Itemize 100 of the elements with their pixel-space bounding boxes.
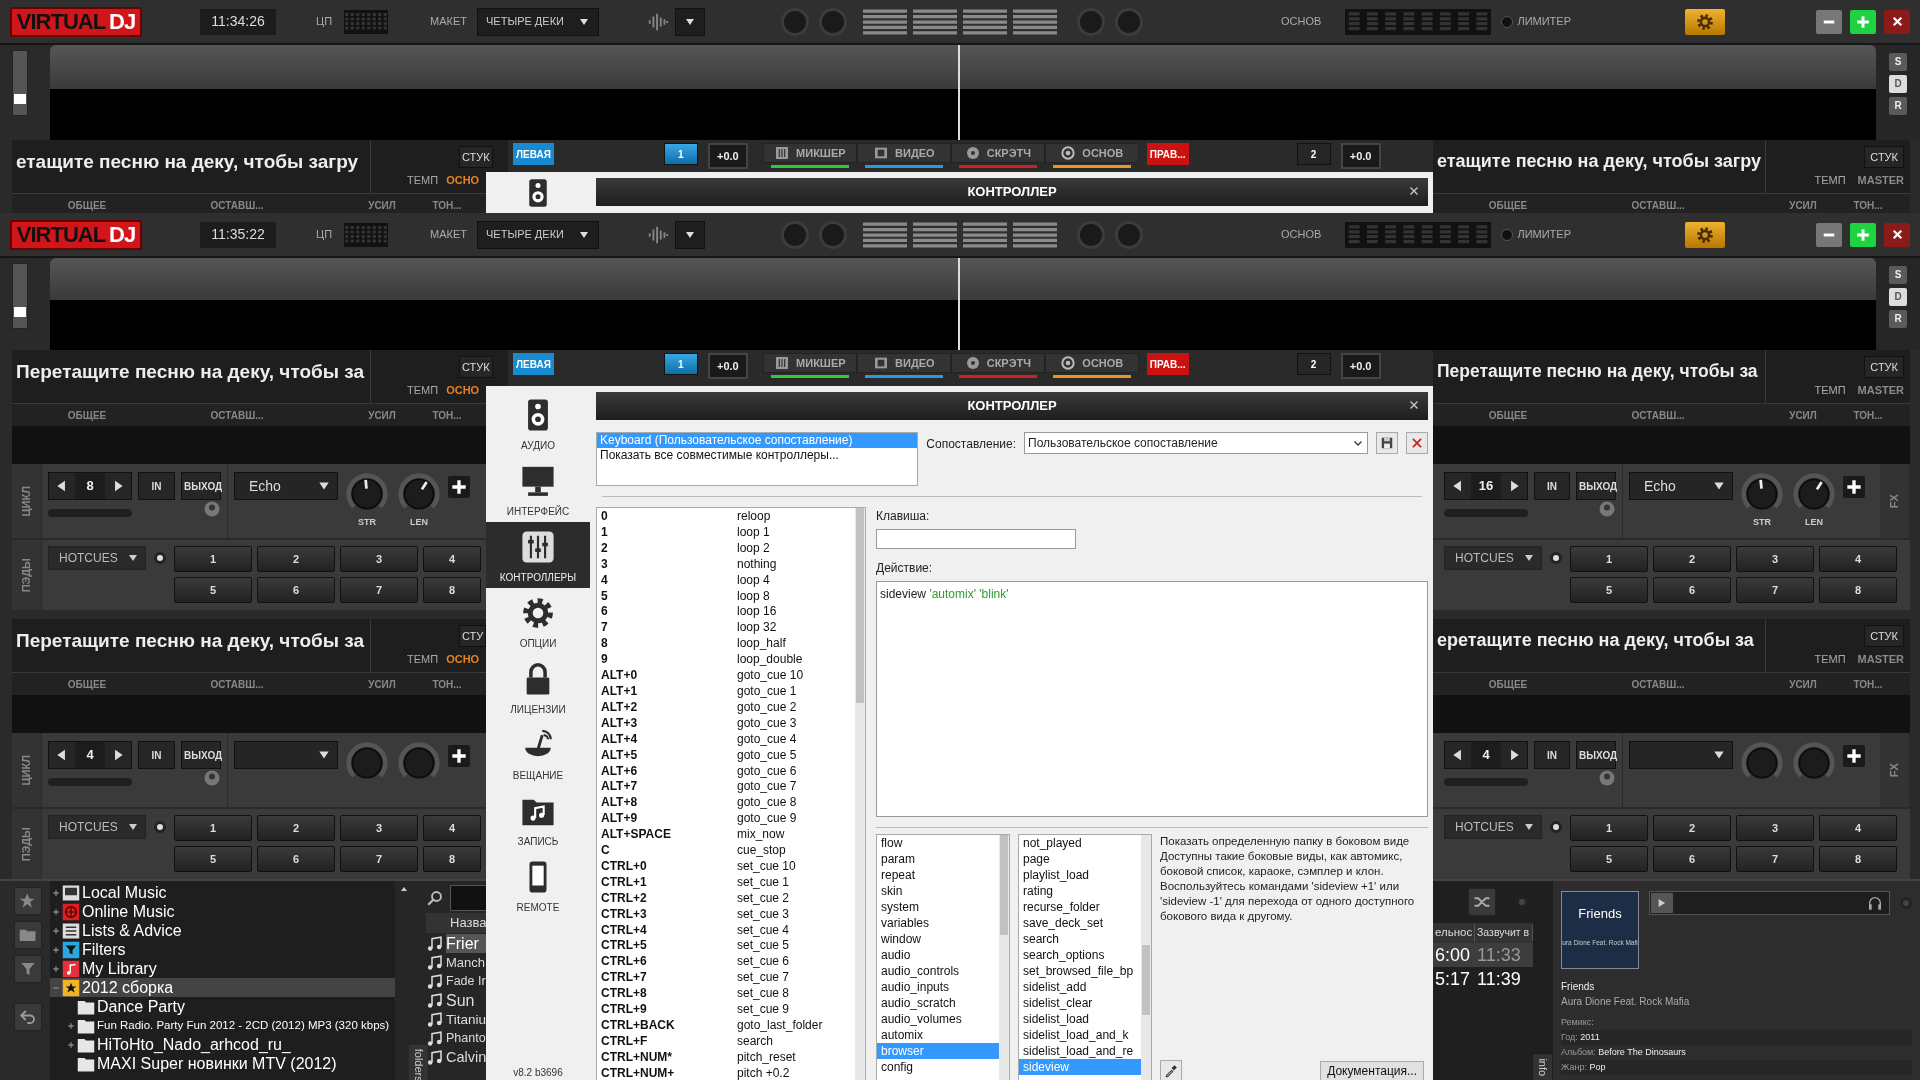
- key-cell[interactable]: CTRL+0: [601, 858, 737, 875]
- expand-icon[interactable]: [67, 1021, 75, 1030]
- key-cell[interactable]: C: [601, 843, 737, 859]
- key-cell[interactable]: 1: [601, 524, 737, 541]
- bars-icon[interactable]: [863, 8, 907, 35]
- command-item[interactable]: sidelist_load_and_re: [1019, 1043, 1141, 1059]
- filter-button[interactable]: [14, 955, 42, 983]
- back-button[interactable]: [14, 1003, 42, 1031]
- key-cell[interactable]: CTRL+F: [601, 1033, 737, 1050]
- panel-tab[interactable]: СКРЭТЧ: [950, 143, 1045, 163]
- pad-button[interactable]: 1: [1570, 546, 1648, 572]
- controller-item[interactable]: Показать все совместимые контроллеры...: [597, 448, 918, 463]
- action-cell[interactable]: goto_cue 10: [737, 668, 804, 684]
- panel-tab[interactable]: ОСНОВ: [1044, 143, 1139, 163]
- tree-item[interactable]: Dance Party: [50, 997, 395, 1016]
- command-item[interactable]: sidelist_load_and_k: [1019, 1027, 1141, 1043]
- toggle-button[interactable]: S: [1889, 266, 1907, 284]
- panel-tab[interactable]: ВИДЕО: [856, 353, 951, 373]
- key-cell[interactable]: ALT+3: [601, 715, 737, 732]
- deck-side-button[interactable]: ПРАВ...: [1146, 143, 1189, 165]
- increase-button[interactable]: [1501, 473, 1527, 499]
- deck-number-button[interactable]: 1: [663, 143, 698, 165]
- bars-icon[interactable]: [913, 221, 957, 248]
- expand-icon[interactable]: [52, 926, 60, 935]
- command-item[interactable]: skin: [877, 883, 999, 899]
- panel-tab[interactable]: МИКШЕР: [762, 353, 857, 373]
- headphones-icon[interactable]: [1867, 895, 1883, 911]
- command-item[interactable]: sidelist_add: [1019, 979, 1141, 995]
- expand-icon[interactable]: [52, 907, 60, 916]
- pad-mode-dropdown[interactable]: HOTCUES: [48, 546, 146, 570]
- pad-button[interactable]: 2: [257, 546, 335, 572]
- loop-out-button[interactable]: ВЫХОД: [181, 472, 221, 500]
- decrease-button[interactable]: [1445, 473, 1471, 499]
- key-cell[interactable]: 8: [601, 636, 737, 653]
- command-item[interactable]: repeat: [877, 867, 999, 883]
- panel-tab[interactable]: ОСНОВ: [1044, 353, 1139, 373]
- action-cell[interactable]: set_cue 9: [737, 1002, 790, 1018]
- pad-button[interactable]: 2: [1653, 546, 1731, 572]
- decrease-button[interactable]: [49, 742, 75, 768]
- shuffle-button[interactable]: [1468, 888, 1496, 916]
- maximize-button[interactable]: [1850, 222, 1876, 247]
- pad-button[interactable]: 6: [1653, 577, 1731, 603]
- action-cell[interactable]: loop 16: [737, 604, 777, 621]
- command-item[interactable]: variables: [877, 915, 999, 931]
- slider-thumb[interactable]: [14, 93, 26, 104]
- settings-tab[interactable]: ЛИЦЕНЗИИ: [486, 654, 590, 720]
- pad-button[interactable]: 5: [174, 577, 252, 603]
- bars-icon[interactable]: [913, 8, 957, 35]
- panel-tab[interactable]: СКРЭТЧ: [950, 353, 1045, 373]
- pad-button[interactable]: 5: [174, 846, 252, 872]
- command-item[interactable]: sidelist_load: [1019, 1011, 1141, 1027]
- scrollbar-thumb[interactable]: [856, 508, 864, 703]
- action-cell[interactable]: reloop: [737, 509, 771, 525]
- action-cell[interactable]: goto_cue 4: [737, 731, 797, 748]
- key-cell[interactable]: ALT+4: [601, 731, 737, 748]
- effect-dropdown[interactable]: Echo: [234, 472, 338, 500]
- command-item[interactable]: sidelist_clear: [1019, 995, 1141, 1011]
- key-cell[interactable]: 4: [601, 572, 737, 589]
- action-cell[interactable]: goto_cue 2: [737, 699, 797, 716]
- toggle-button[interactable]: R: [1889, 310, 1907, 328]
- action-cell[interactable]: loop 8: [737, 588, 770, 605]
- command-item[interactable]: system: [877, 899, 999, 915]
- increase-button[interactable]: [1501, 742, 1527, 768]
- pad-button[interactable]: 8: [423, 846, 481, 872]
- pad-button[interactable]: 8: [1819, 846, 1897, 872]
- tree-item[interactable]: Local Music: [50, 883, 395, 902]
- settings-tab[interactable]: ИНТЕРФЕЙС: [486, 456, 590, 522]
- key-cell[interactable]: CTRL+9: [601, 1002, 737, 1018]
- pad-button[interactable]: 7: [1736, 577, 1814, 603]
- add-button[interactable]: [448, 745, 470, 767]
- song-title[interactable]: Sun: [446, 991, 486, 1010]
- view-dropdown[interactable]: [675, 220, 705, 249]
- command-item[interactable]: audio_scratch: [877, 995, 999, 1011]
- expand-icon[interactable]: [52, 945, 60, 954]
- scrollbar-thumb[interactable]: [1000, 835, 1008, 935]
- play-button[interactable]: [1650, 892, 1674, 914]
- settings-tab[interactable]: КОНТРОЛЛЕРЫ: [486, 522, 590, 588]
- tree-item[interactable]: 2012 сборка: [50, 978, 395, 997]
- toggle-button[interactable]: D: [1889, 75, 1907, 93]
- disc-icon[interactable]: [1598, 500, 1616, 518]
- action-cell[interactable]: goto_cue 6: [737, 763, 797, 780]
- key-cell[interactable]: 5: [601, 588, 737, 605]
- slider-thumb[interactable]: [14, 306, 26, 317]
- close-button[interactable]: [1884, 9, 1910, 34]
- view-dropdown[interactable]: [675, 7, 705, 36]
- delete-button[interactable]: [1406, 432, 1428, 454]
- loop-out-button[interactable]: ВЫХОД: [1576, 741, 1616, 769]
- command-item[interactable]: search: [1019, 931, 1141, 947]
- loop-out-button[interactable]: ВЫХОД: [1576, 472, 1616, 500]
- pad-button[interactable]: 5: [1570, 846, 1648, 872]
- key-cell[interactable]: ALT+8: [601, 795, 737, 812]
- pad-button[interactable]: 4: [423, 546, 481, 572]
- key-cell[interactable]: ALT+1: [601, 683, 737, 700]
- song-title[interactable]: Phanto: [446, 1029, 486, 1048]
- key-cell[interactable]: CTRL+1: [601, 874, 737, 891]
- close-icon[interactable]: [1408, 399, 1420, 411]
- pad-mode-dropdown[interactable]: HOTCUES: [1444, 546, 1542, 570]
- add-button[interactable]: [1843, 476, 1865, 498]
- disc-icon[interactable]: [1598, 769, 1616, 787]
- bars-icon[interactable]: [1013, 8, 1057, 35]
